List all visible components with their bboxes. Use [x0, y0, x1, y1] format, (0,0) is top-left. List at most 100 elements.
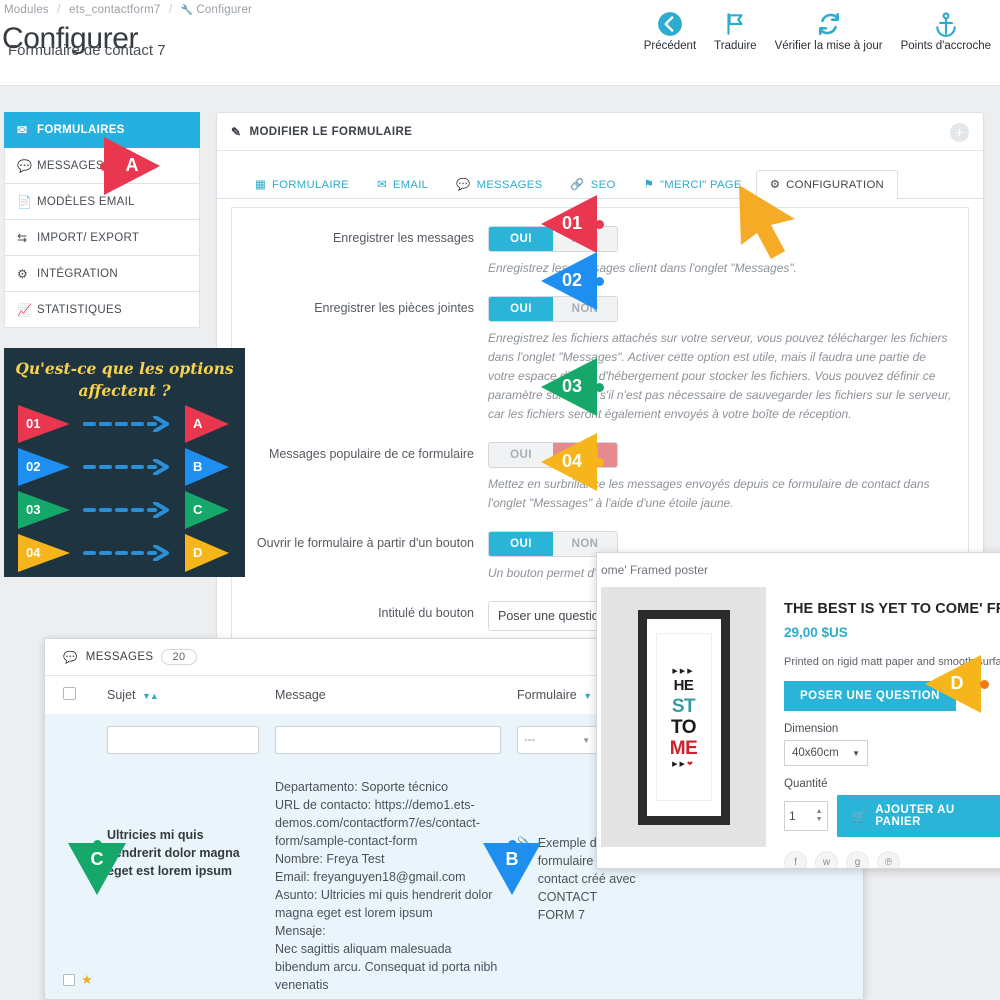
- google-icon[interactable]: g: [846, 851, 869, 868]
- filter-formulaire-select[interactable]: --- ▼: [517, 726, 597, 754]
- infographic-panel: Qu'est-ce que les options affectent ? 01…: [4, 348, 245, 577]
- heart-decoration-icon: ▶▶❤: [672, 760, 695, 768]
- hooks-button[interactable]: Points d'accroche: [892, 8, 1000, 52]
- toggle-yes[interactable]: OUI: [489, 532, 553, 556]
- poster-line: TO: [670, 716, 697, 738]
- column-label: Sujet: [107, 688, 136, 702]
- cursor-arrow-icon: [735, 183, 807, 264]
- sidebar-item-modeles-email[interactable]: 📄 MODÈLES EMAIL: [4, 184, 200, 220]
- product-description: Printed on rigid matt paper and smooth s…: [784, 656, 1000, 668]
- back-button[interactable]: Précédent: [635, 8, 705, 52]
- back-arrow-icon: [644, 8, 696, 38]
- messages-badge: 9: [111, 158, 127, 173]
- row-checkbox[interactable]: [63, 974, 75, 986]
- poster-line: ST: [671, 695, 696, 717]
- toggle-yes[interactable]: OUI: [489, 297, 553, 321]
- arrow-icon: [72, 448, 185, 486]
- field-row-save-attachments: Enregistrer les pièces jointes OUI NON E…: [232, 296, 968, 424]
- column-header-message: Message: [275, 688, 517, 702]
- chart-icon: 📈: [17, 302, 33, 317]
- panel-header: ✎ MODIFIER LE FORMULAIRE +: [217, 113, 983, 151]
- sidebar-item-import-export[interactable]: ⇆ IMPORT/ EXPORT: [4, 220, 200, 256]
- breadcrumb-item-module[interactable]: ets_contactform7: [69, 4, 160, 16]
- page-subtitle: Formulaire de contact 7: [8, 42, 166, 59]
- check-update-button-label: Vérifier la mise à jour: [774, 40, 883, 52]
- chat-icon: 💬: [63, 652, 78, 664]
- ask-question-button[interactable]: POSER UNE QUESTION: [784, 681, 956, 711]
- infographic-row: 03 C: [4, 488, 245, 531]
- product-preview-panel: ome' Framed poster ▶▶▶ HE ST TO ME ▶▶❤ T…: [596, 552, 1000, 869]
- sidebar-item-statistiques[interactable]: 📈 STATISTIQUES: [4, 292, 200, 328]
- column-header-sujet[interactable]: Sujet ▼▲: [107, 688, 275, 702]
- check-update-button[interactable]: Vérifier la mise à jour: [766, 8, 892, 52]
- stepper-arrows-icon[interactable]: ▲ ▼: [816, 808, 823, 824]
- breadcrumb-separator: /: [168, 4, 173, 16]
- facebook-icon[interactable]: f: [784, 851, 807, 868]
- pinterest-icon[interactable]: ℗: [877, 851, 900, 868]
- twitter-icon[interactable]: w: [815, 851, 838, 868]
- toggle-popular-messages[interactable]: OUI NON: [488, 442, 618, 468]
- tab-seo[interactable]: 🔗 SEO: [556, 170, 629, 199]
- field-label: Messages populaire de ce formulaire: [269, 447, 474, 461]
- toggle-no[interactable]: NON: [553, 227, 617, 251]
- infographic-row: 04 D: [4, 531, 245, 574]
- refresh-icon: [775, 8, 883, 38]
- filter-message-cell: [275, 726, 517, 754]
- sort-icon[interactable]: ▼: [583, 691, 592, 701]
- back-button-label: Précédent: [643, 40, 697, 52]
- toggle-save-attachments[interactable]: OUI NON: [488, 296, 618, 322]
- social-share-row: f w g ℗: [784, 851, 1000, 868]
- row-message: Departamento: Soporte técnico URL de con…: [275, 780, 498, 992]
- add-button[interactable]: +: [950, 123, 969, 142]
- add-to-cart-button[interactable]: 🛒 AJOUTER AU PANIER: [836, 795, 1000, 837]
- poster-line: ME: [669, 737, 698, 759]
- toggle-no[interactable]: NON: [553, 297, 617, 321]
- toggle-no[interactable]: NON: [553, 443, 617, 467]
- sidebar: ✉ FORMULAIRES 💬 MESSAGES 9 📄 MODÈLES EMA…: [4, 112, 200, 328]
- tab-label: MESSAGES: [476, 178, 543, 191]
- tab-label: SEO: [590, 178, 616, 191]
- sidebar-item-formulaires[interactable]: ✉ FORMULAIRES: [4, 112, 200, 148]
- breadcrumb-item-modules[interactable]: Modules: [4, 4, 49, 16]
- sidebar-item-messages[interactable]: 💬 MESSAGES 9: [4, 148, 200, 184]
- toggle-yes[interactable]: OUI: [489, 443, 553, 467]
- star-icon[interactable]: ★: [81, 971, 93, 989]
- panel-header-title: MODIFIER LE FORMULAIRE: [249, 125, 413, 138]
- top-bar: Modules / ets_contactform7 / 🔧 Configurer…: [0, 0, 1000, 86]
- toggle-yes[interactable]: OUI: [489, 227, 553, 251]
- toggle-save-messages[interactable]: OUI NON: [488, 226, 618, 252]
- infographic-letter-marker: A: [185, 404, 231, 443]
- product-body: ▶▶▶ HE ST TO ME ▶▶❤ THE BEST IS YET TO C…: [597, 577, 1000, 868]
- product-price: 29,00 $US: [784, 625, 848, 640]
- translate-button-label: Traduire: [714, 40, 757, 52]
- row-subject: Ultricies mi quis hendrerit dolor magna …: [107, 828, 240, 878]
- infographic-number-marker: 03: [18, 490, 72, 529]
- tab-formulaire[interactable]: ▦ FORMULAIRE: [241, 170, 363, 199]
- filter-message-input[interactable]: [275, 726, 501, 754]
- anchor-icon: [901, 8, 991, 38]
- envelope-icon: ✉: [377, 179, 387, 191]
- infographic-number-marker: 01: [18, 404, 72, 443]
- dimension-label: Dimension: [784, 723, 839, 735]
- field-help: Enregistrez les fichiers attachés sur vo…: [488, 331, 952, 421]
- infographic-number-marker: 02: [18, 447, 72, 486]
- breadcrumb-separator: /: [57, 4, 61, 16]
- link-icon: 🔗: [570, 179, 585, 191]
- infographic-letter: C: [193, 501, 203, 517]
- infographic-letter-marker: B: [185, 447, 231, 486]
- quantity-stepper[interactable]: 1 ▲ ▼: [784, 801, 828, 831]
- paperclip-icon: 📎: [517, 837, 531, 849]
- tab-email[interactable]: ✉ EMAIL: [363, 170, 442, 199]
- translate-button[interactable]: Traduire: [705, 8, 765, 52]
- tab-messages[interactable]: 💬 MESSAGES: [442, 170, 556, 199]
- dimension-select[interactable]: 40x60cm ▼: [784, 740, 868, 766]
- wrench-icon: 🔧: [180, 5, 194, 16]
- field-help: Mettez en surbrillance les messages envo…: [488, 477, 930, 510]
- filter-select-value: ---: [524, 734, 535, 746]
- triangle-decoration-icon: ▶▶▶: [672, 667, 695, 675]
- filter-sujet-input[interactable]: [107, 726, 259, 754]
- select-all-checkbox[interactable]: [63, 687, 76, 700]
- sort-icon[interactable]: ▼▲: [142, 691, 159, 701]
- infographic-number: 03: [26, 501, 41, 517]
- sidebar-item-integration[interactable]: ⚙ INTÉGRATION: [4, 256, 200, 292]
